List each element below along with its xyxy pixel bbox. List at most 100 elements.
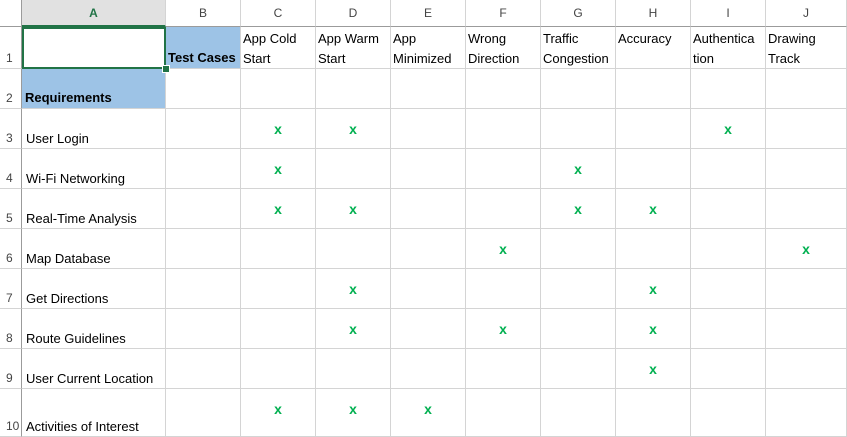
cell-c6[interactable] [241, 229, 316, 269]
column-header-i[interactable]: I [691, 0, 766, 27]
cell-j10[interactable] [766, 389, 847, 437]
cell-g4[interactable]: x [541, 149, 616, 189]
cell-d7[interactable]: x [316, 269, 391, 309]
cell-i1[interactable]: Authentica tion [691, 27, 766, 69]
cell-c9[interactable] [241, 349, 316, 389]
cell-f5[interactable] [466, 189, 541, 229]
column-header-a[interactable]: A [22, 0, 166, 27]
cell-a8[interactable]: Route Guidelines [22, 309, 166, 349]
cell-f9[interactable] [466, 349, 541, 389]
cell-j7[interactable] [766, 269, 847, 309]
cell-b6[interactable] [166, 229, 241, 269]
cell-j5[interactable] [766, 189, 847, 229]
cell-d4[interactable] [316, 149, 391, 189]
cell-e7[interactable] [391, 269, 466, 309]
cell-e5[interactable] [391, 189, 466, 229]
cell-i9[interactable] [691, 349, 766, 389]
cell-g9[interactable] [541, 349, 616, 389]
cell-h9[interactable]: x [616, 349, 691, 389]
cell-a3[interactable]: User Login [22, 109, 166, 149]
cell-g5[interactable]: x [541, 189, 616, 229]
cell-e9[interactable] [391, 349, 466, 389]
cell-c3[interactable]: x [241, 109, 316, 149]
cell-h5[interactable]: x [616, 189, 691, 229]
cell-a1[interactable] [22, 27, 166, 69]
cell-i3[interactable]: x [691, 109, 766, 149]
cell-d9[interactable] [316, 349, 391, 389]
cell-b9[interactable] [166, 349, 241, 389]
cell-c7[interactable] [241, 269, 316, 309]
cell-e10[interactable]: x [391, 389, 466, 437]
cell-d5[interactable]: x [316, 189, 391, 229]
cell-j2[interactable] [766, 69, 847, 109]
cell-b4[interactable] [166, 149, 241, 189]
column-header-g[interactable]: G [541, 0, 616, 27]
cell-d10[interactable]: x [316, 389, 391, 437]
cell-e1[interactable]: App Minimized [391, 27, 466, 69]
cell-g6[interactable] [541, 229, 616, 269]
cell-e2[interactable] [391, 69, 466, 109]
cell-e6[interactable] [391, 229, 466, 269]
cell-h8[interactable]: x [616, 309, 691, 349]
cell-d6[interactable] [316, 229, 391, 269]
cell-h2[interactable] [616, 69, 691, 109]
row-header-8[interactable]: 8 [0, 309, 22, 349]
cell-b7[interactable] [166, 269, 241, 309]
cell-c4[interactable]: x [241, 149, 316, 189]
column-header-d[interactable]: D [316, 0, 391, 27]
cell-c5[interactable]: x [241, 189, 316, 229]
fill-handle[interactable] [162, 65, 170, 73]
cell-h6[interactable] [616, 229, 691, 269]
cell-f10[interactable] [466, 389, 541, 437]
cell-h3[interactable] [616, 109, 691, 149]
cell-a4[interactable]: Wi-Fi Networking [22, 149, 166, 189]
cell-i4[interactable] [691, 149, 766, 189]
cell-i8[interactable] [691, 309, 766, 349]
cell-b1[interactable]: Test Cases [166, 27, 241, 69]
cell-h4[interactable] [616, 149, 691, 189]
cell-i10[interactable] [691, 389, 766, 437]
column-header-h[interactable]: H [616, 0, 691, 27]
cell-f6[interactable]: x [466, 229, 541, 269]
cell-i5[interactable] [691, 189, 766, 229]
cell-e3[interactable] [391, 109, 466, 149]
cell-e8[interactable] [391, 309, 466, 349]
cell-g2[interactable] [541, 69, 616, 109]
cell-d1[interactable]: App Warm Start [316, 27, 391, 69]
cell-i2[interactable] [691, 69, 766, 109]
cell-j1[interactable]: Drawing Track [766, 27, 847, 69]
cell-b5[interactable] [166, 189, 241, 229]
row-header-1[interactable]: 1 [0, 27, 22, 69]
cell-h10[interactable] [616, 389, 691, 437]
row-header-6[interactable]: 6 [0, 229, 22, 269]
row-header-9[interactable]: 9 [0, 349, 22, 389]
cell-a2[interactable]: Requirements [22, 69, 166, 109]
cell-a5[interactable]: Real-Time Analysis [22, 189, 166, 229]
cell-b10[interactable] [166, 389, 241, 437]
cell-i7[interactable] [691, 269, 766, 309]
cell-g10[interactable] [541, 389, 616, 437]
cell-d2[interactable] [316, 69, 391, 109]
cell-j9[interactable] [766, 349, 847, 389]
cell-e4[interactable] [391, 149, 466, 189]
cell-j6[interactable]: x [766, 229, 847, 269]
cell-b2[interactable] [166, 69, 241, 109]
cell-f4[interactable] [466, 149, 541, 189]
column-header-c[interactable]: C [241, 0, 316, 27]
column-header-f[interactable]: F [466, 0, 541, 27]
select-all-corner[interactable] [0, 0, 22, 27]
cell-c2[interactable] [241, 69, 316, 109]
cell-h1[interactable]: Accuracy [616, 27, 691, 69]
cell-h7[interactable]: x [616, 269, 691, 309]
cell-d8[interactable]: x [316, 309, 391, 349]
column-header-e[interactable]: E [391, 0, 466, 27]
cell-b8[interactable] [166, 309, 241, 349]
row-header-7[interactable]: 7 [0, 269, 22, 309]
cell-g7[interactable] [541, 269, 616, 309]
row-header-4[interactable]: 4 [0, 149, 22, 189]
cell-j8[interactable] [766, 309, 847, 349]
cell-b3[interactable] [166, 109, 241, 149]
row-header-10[interactable]: 10 [0, 389, 22, 437]
cell-f3[interactable] [466, 109, 541, 149]
cell-a7[interactable]: Get Directions [22, 269, 166, 309]
